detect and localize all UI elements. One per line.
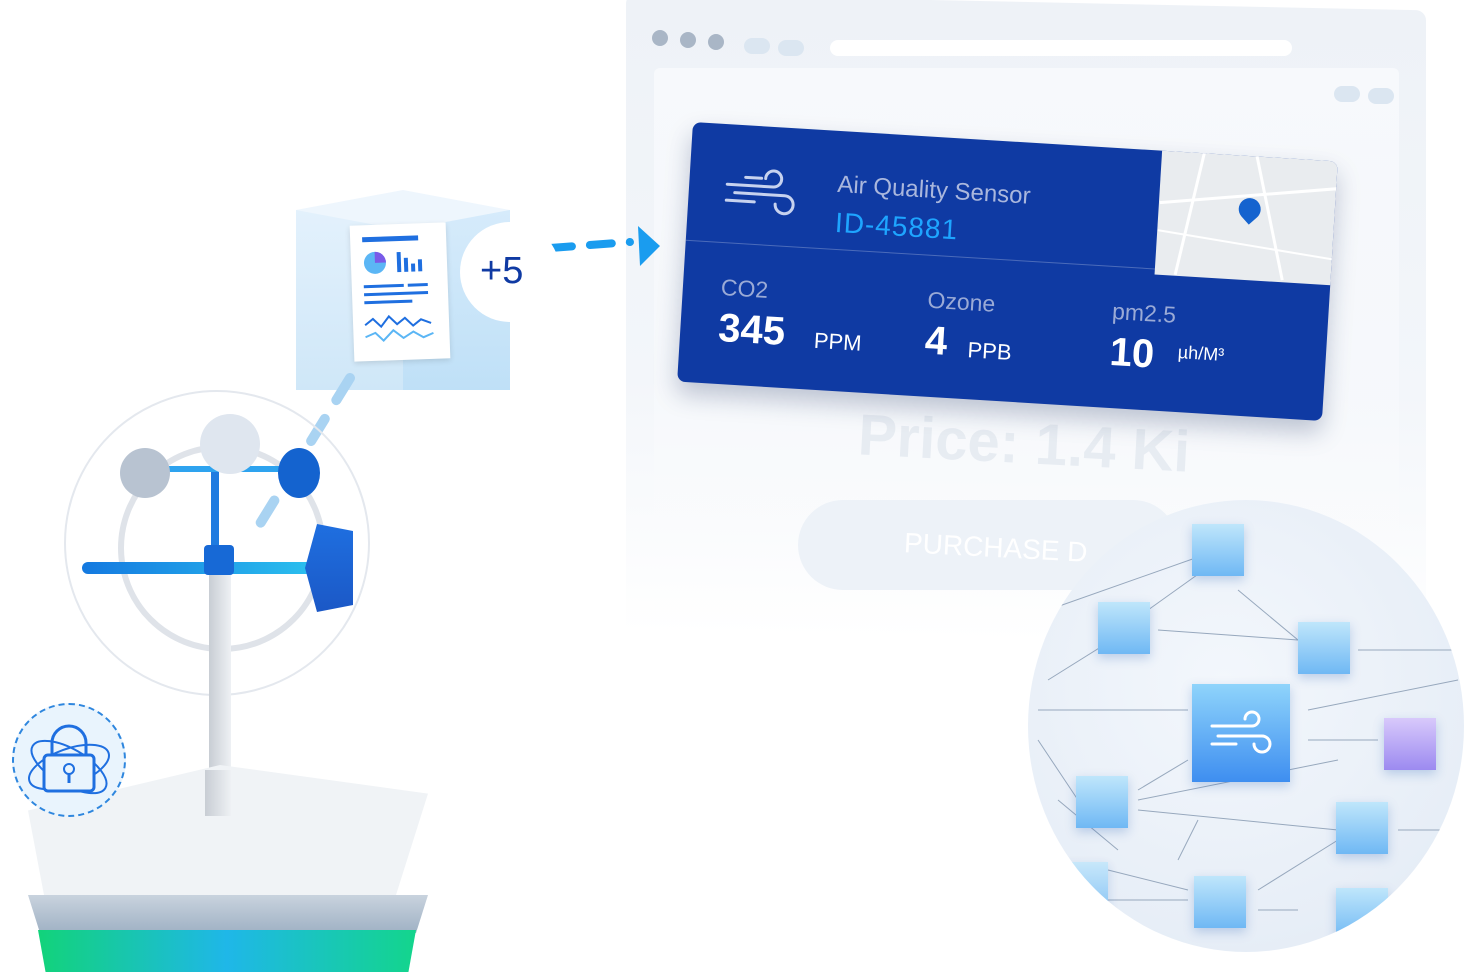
network-node-icon[interactable]: [1076, 776, 1128, 828]
window-dot: [708, 34, 724, 50]
network-node-icon[interactable]: [1192, 524, 1244, 576]
station-joint: [204, 545, 234, 575]
window-dot: [652, 30, 668, 46]
network-node-icon[interactable]: [1056, 862, 1108, 914]
network-node-icon[interactable]: [1336, 802, 1388, 854]
metric-value-co2: 345: [717, 305, 787, 354]
pole-base: [205, 770, 231, 816]
window-tab-pill: [744, 38, 770, 54]
sensor-id[interactable]: ID-45881: [834, 207, 959, 246]
metric-value-ozone: 4: [923, 318, 949, 364]
network-node-icon[interactable]: [1336, 888, 1388, 940]
metric-label-co2: CO2: [720, 274, 769, 303]
network-node-icon[interactable]: [1384, 718, 1436, 770]
card-divider: [685, 239, 1155, 270]
ground-layer: [28, 895, 428, 933]
metric-unit-ozone: PPB: [966, 337, 1013, 365]
map-pin-icon: [1234, 193, 1266, 225]
metric-label-pm25: pm2.5: [1111, 297, 1177, 328]
window-control-pill: [1368, 88, 1394, 104]
document-icon: [349, 222, 451, 362]
metric-value-pm25: 10: [1108, 329, 1156, 377]
wind-icon: [724, 169, 795, 216]
network-node-icon[interactable]: [1098, 602, 1150, 654]
anemometer-cup: [120, 448, 170, 498]
lock-icon: [12, 703, 126, 817]
metric-label-ozone: Ozone: [926, 286, 997, 317]
window-dot: [680, 32, 696, 48]
location-map[interactable]: [1154, 148, 1338, 286]
network-node-icon[interactable]: [1192, 684, 1290, 782]
count-bubble-text: +5: [480, 250, 524, 292]
sensor-card[interactable]: Air Quality Sensor ID-45881 CO2 345 PPM …: [677, 122, 1338, 421]
metric-unit-pm25: µh/M³: [1177, 342, 1225, 365]
window-tab-pill: [778, 40, 804, 56]
ground-grass-layer: [38, 930, 416, 972]
metric-unit-co2: PPM: [813, 327, 863, 356]
anemometer-cup: [278, 448, 320, 498]
sensor-title: Air Quality Sensor: [836, 170, 1032, 210]
network-node-icon[interactable]: [1298, 622, 1350, 674]
network-node-icon[interactable]: [1194, 876, 1246, 928]
anemometer-hub: [200, 414, 260, 474]
address-bar[interactable]: [830, 40, 1292, 56]
network-graph: [1028, 500, 1464, 952]
window-control-pill: [1334, 86, 1360, 102]
